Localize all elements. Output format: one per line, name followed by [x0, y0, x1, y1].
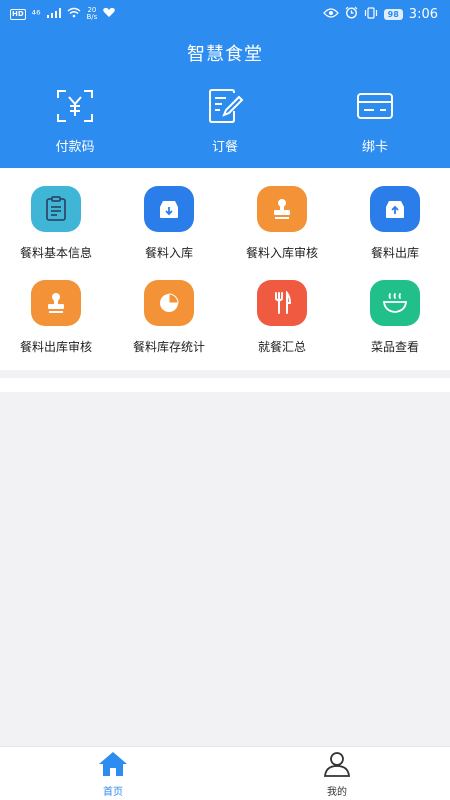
grid-item-label: 餐料出库: [370, 246, 419, 260]
order-meal-icon: [205, 88, 245, 124]
status-bar: HD ⁴⁶ 20 B/s 98 3:06: [0, 0, 450, 28]
content-area: [0, 399, 450, 746]
home-icon: [98, 751, 128, 781]
grid-item-inbound-review[interactable]: 餐料入库审核: [226, 186, 338, 266]
grid-item-dish-view[interactable]: 菜品查看: [339, 280, 450, 360]
payment-code-label: 付款码: [55, 140, 95, 155]
tab-home[interactable]: 首页: [63, 751, 163, 798]
bowl-icon: [370, 280, 420, 326]
eye-icon: [322, 7, 339, 21]
tab-bar: 首页 我的: [0, 746, 450, 800]
vibrate-icon: [364, 6, 378, 22]
payment-code-icon: [55, 88, 95, 124]
page-title: 智慧食堂: [187, 44, 263, 65]
bind-card-label: 绑卡: [361, 140, 388, 155]
stamp-icon: [257, 186, 307, 232]
header: HD ⁴⁶ 20 B/s 98 3:06 智慧食堂 付款码 订餐 绑卡: [0, 0, 450, 168]
inbox-up-icon: [370, 186, 420, 232]
grid-item-label: 餐料入库审核: [245, 246, 318, 260]
grid-item-label: 餐料基本信息: [19, 246, 92, 260]
alarm-icon: [345, 6, 358, 22]
grid-item-outbound-review[interactable]: 餐料出库审核: [0, 280, 112, 360]
top-actions: 付款码 订餐 绑卡: [0, 88, 450, 158]
tab-home-label: 首页: [103, 787, 123, 798]
signal-bars-icon: [46, 7, 61, 21]
net-speed: 20 B/s: [86, 6, 98, 21]
user-icon: [322, 751, 352, 781]
grid-item-label: 餐料入库: [144, 246, 193, 260]
bind-card-icon: [355, 88, 395, 124]
grid-item-ingredient-inbound[interactable]: 餐料入库: [113, 186, 225, 266]
battery-indicator: 98: [383, 8, 403, 20]
grid-item-inventory-stats[interactable]: 餐料库存统计: [113, 280, 225, 360]
grid-item-dining-summary[interactable]: 就餐汇总: [226, 280, 338, 360]
divider-strip: [0, 378, 450, 392]
tab-mine[interactable]: 我的: [287, 751, 387, 798]
hd-badge: HD: [10, 8, 26, 20]
signal-icon: ⁴⁶: [31, 7, 41, 21]
feature-grid: 餐料基本信息 餐料入库 餐料入库审核 餐料出库 餐料出库审核 餐料库存统计 就餐…: [0, 168, 450, 370]
payment-code-button[interactable]: 付款码: [20, 88, 130, 155]
order-meal-label: 订餐: [211, 140, 238, 155]
grid-item-ingredient-outbound[interactable]: 餐料出库: [339, 186, 450, 266]
grid-item-label: 就餐汇总: [257, 340, 306, 354]
fork-knife-icon: [257, 280, 307, 326]
stamp-icon: [31, 280, 81, 326]
tab-mine-label: 我的: [327, 787, 347, 798]
status-time: 3:06: [408, 6, 438, 22]
grid-item-label: 餐料库存统计: [132, 340, 205, 354]
grid-item-label: 餐料出库审核: [19, 340, 92, 354]
grid-item-label: 菜品查看: [370, 340, 419, 354]
order-meal-button[interactable]: 订餐: [170, 88, 280, 155]
clipboard-icon: [31, 186, 81, 232]
grid-item-ingredient-info[interactable]: 餐料基本信息: [0, 186, 112, 266]
bind-card-button[interactable]: 绑卡: [320, 88, 430, 155]
wifi-icon: [67, 7, 81, 21]
heart-icon: [103, 7, 116, 21]
pie-chart-icon: [144, 280, 194, 326]
inbox-down-icon: [144, 186, 194, 232]
